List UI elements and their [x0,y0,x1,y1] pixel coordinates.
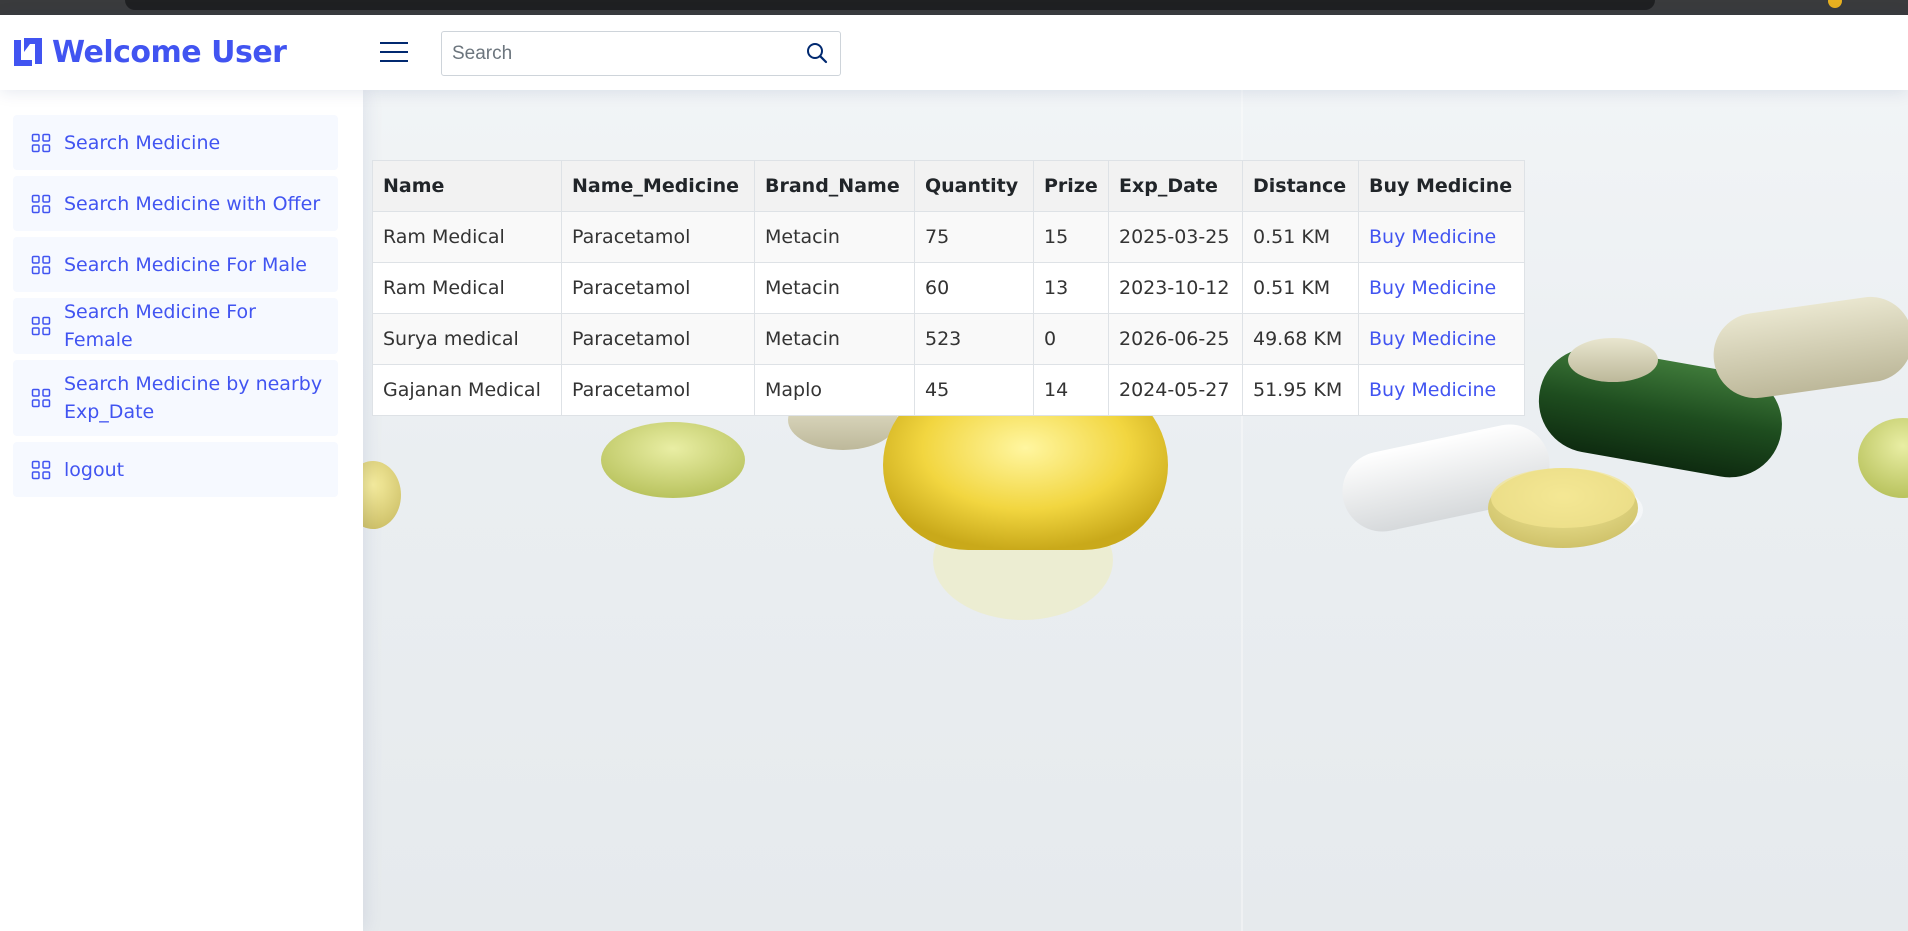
cell-buy: Buy Medicine [1358,262,1525,314]
browser-top-bar [0,0,1908,15]
grid-icon [31,255,51,274]
table-row: Gajanan Medical Paracetamol Maplo 45 14 … [372,364,1525,416]
logo-icon [14,38,42,66]
sidebar-item-label: Search Medicine [64,131,221,154]
cell-distance: 51.95 KM [1242,364,1359,416]
cell-exp-date: 2026-06-25 [1108,313,1243,365]
cell-brand: Metacin [754,262,915,314]
brand-title: Welcome User [52,34,287,70]
cell-buy: Buy Medicine [1358,364,1525,416]
cell-brand: Metacin [754,313,915,365]
grid-icon [31,388,51,408]
cell-name: Surya medical [372,313,562,365]
top-header: Welcome User [0,15,1908,90]
sidebar-item-label: Search Medicine For Female [64,301,256,351]
column-header-quantity: Quantity [914,160,1034,212]
column-header-exp-date: Exp_Date [1108,160,1243,212]
cell-distance: 49.68 KM [1242,313,1359,365]
table-row: Surya medical Paracetamol Metacin 523 0 … [372,313,1525,365]
sidebar-item-search-medicine-exp-date[interactable]: Search Medicine by nearby Exp_Date [13,360,338,436]
cell-medicine: Paracetamol [561,262,755,314]
table-row: Ram Medical Paracetamol Metacin 60 13 20… [372,262,1525,314]
cell-prize: 14 [1033,364,1109,416]
brand-logo[interactable]: Welcome User [12,32,287,72]
sidebar-item-label: Search Medicine with Offer [64,192,321,215]
browser-status-dot [1828,0,1842,8]
table-row: Ram Medical Paracetamol Metacin 75 15 20… [372,211,1525,263]
sidebar-item-search-medicine-male[interactable]: Search Medicine For Male [13,237,338,292]
cell-quantity: 523 [914,313,1034,365]
cell-buy: Buy Medicine [1358,313,1525,365]
buy-medicine-link[interactable]: Buy Medicine [1369,328,1496,350]
sidebar-item-label: Search Medicine For Male [64,253,307,276]
sidebar-item-label: logout [64,458,125,481]
cell-brand: Maplo [754,364,915,416]
cell-name: Ram Medical [372,211,562,263]
cell-brand: Metacin [754,211,915,263]
cell-quantity: 60 [914,262,1034,314]
grid-icon [31,316,51,336]
cell-distance: 0.51 KM [1242,262,1359,314]
cell-buy: Buy Medicine [1358,211,1525,263]
sidebar-item-search-medicine-offer[interactable]: Search Medicine with Offer [13,176,338,231]
cell-quantity: 75 [914,211,1034,263]
search-form [441,31,841,76]
cell-exp-date: 2025-03-25 [1108,211,1243,263]
cell-medicine: Paracetamol [561,364,755,416]
cell-medicine: Paracetamol [561,313,755,365]
buy-medicine-link[interactable]: Buy Medicine [1369,379,1496,401]
sidebar-item-logout[interactable]: logout [13,442,338,497]
column-header-buy: Buy Medicine [1358,160,1525,212]
column-header-name: Name [372,160,562,212]
column-header-medicine: Name_Medicine [561,160,755,212]
search-icon [807,43,828,64]
cell-quantity: 45 [914,364,1034,416]
cell-name: Ram Medical [372,262,562,314]
cell-prize: 0 [1033,313,1109,365]
search-button[interactable] [804,41,830,67]
column-header-prize: Prize [1033,160,1109,212]
cell-prize: 15 [1033,211,1109,263]
cell-name: Gajanan Medical [372,364,562,416]
browser-tab-strip [125,0,1655,10]
hamburger-menu-icon[interactable] [378,37,412,67]
cell-prize: 13 [1033,262,1109,314]
cell-exp-date: 2023-10-12 [1108,262,1243,314]
cell-medicine: Paracetamol [561,211,755,263]
column-header-distance: Distance [1242,160,1359,212]
medicine-table: Name Name_Medicine Brand_Name Quantity P… [372,160,1525,416]
search-input[interactable] [442,32,792,75]
table-header-row: Name Name_Medicine Brand_Name Quantity P… [372,160,1525,212]
column-header-brand: Brand_Name [754,160,915,212]
grid-icon [31,460,51,479]
sidebar: Search Medicine Search Medicine with Off… [0,90,363,931]
buy-medicine-link[interactable]: Buy Medicine [1369,226,1496,248]
sidebar-item-search-medicine[interactable]: Search Medicine [13,115,338,170]
cell-exp-date: 2024-05-27 [1108,364,1243,416]
sidebar-item-label: Search Medicine by nearby Exp_Date [64,373,323,423]
sidebar-item-search-medicine-female[interactable]: Search Medicine For Female [13,298,338,354]
grid-icon [31,133,51,152]
buy-medicine-link[interactable]: Buy Medicine [1369,277,1496,299]
grid-icon [31,194,51,213]
cell-distance: 0.51 KM [1242,211,1359,263]
